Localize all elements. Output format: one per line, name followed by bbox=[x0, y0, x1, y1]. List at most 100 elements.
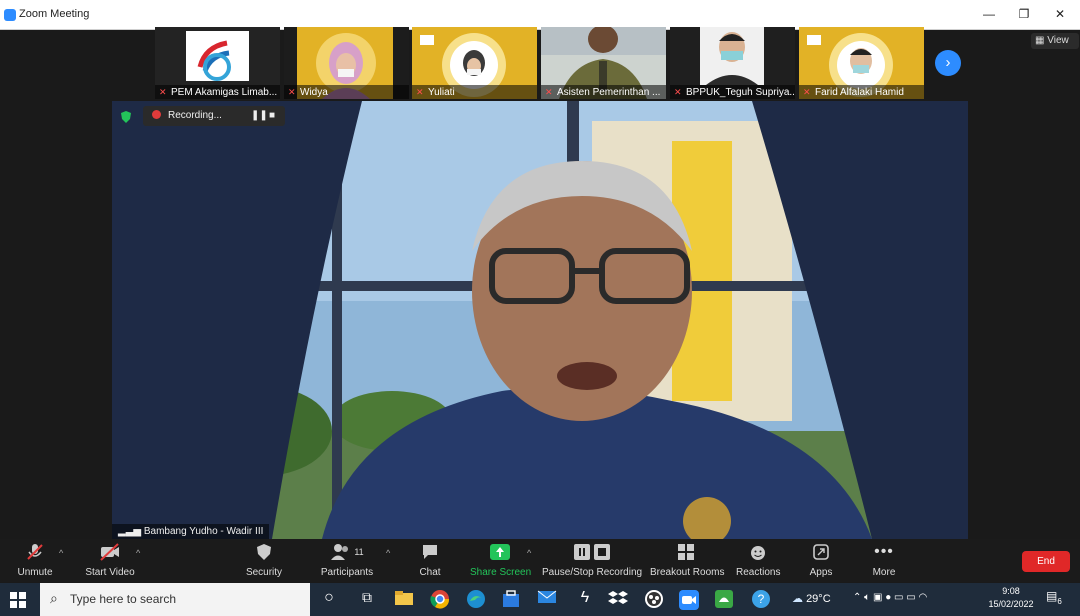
pause-stop-recording-button[interactable]: Pause/Stop Recording bbox=[542, 542, 642, 578]
android-app-icon[interactable] bbox=[714, 589, 736, 611]
smiley-icon bbox=[751, 546, 765, 560]
search-icon: ⌕ bbox=[50, 590, 58, 606]
participant-name-row: ✕ Asisten Pemerinthan ... bbox=[541, 85, 666, 99]
clock-time: 9:08 bbox=[1002, 586, 1020, 596]
active-speaker-video bbox=[112, 101, 968, 539]
share-screen-label: Share Screen bbox=[470, 567, 532, 578]
system-tray-icons[interactable]: ⌃ 🔈︎ ▣ ● ▭ ▭ ◠ bbox=[853, 592, 927, 603]
participant-name: Yuliati bbox=[428, 87, 455, 98]
mic-muted-icon bbox=[27, 544, 43, 560]
participants-options-caret[interactable]: ^ bbox=[386, 548, 390, 558]
chrome-icon[interactable] bbox=[430, 589, 452, 611]
clock-date: 15/02/2022 bbox=[988, 599, 1034, 609]
pause-icon[interactable]: ❚❚ bbox=[251, 106, 268, 126]
zoom-taskbar-icon[interactable] bbox=[678, 589, 700, 611]
edge-icon[interactable] bbox=[466, 589, 488, 611]
grid-icon: ▦ bbox=[1035, 35, 1048, 46]
file-explorer-icon[interactable] bbox=[394, 589, 416, 611]
breakout-rooms-button[interactable]: Breakout Rooms bbox=[650, 542, 725, 578]
windows-taskbar: ⌕ Type here to search ○ ⧉ ϟ ? ☁ 29°C ⌃ 🔈… bbox=[0, 583, 1080, 616]
chevron-right-icon: › bbox=[945, 54, 951, 71]
share-options-caret[interactable]: ^ bbox=[527, 548, 531, 558]
breakout-rooms-label: Breakout Rooms bbox=[650, 567, 725, 578]
participant-name-row: ✕ Farid Alfalaki Hamid bbox=[799, 85, 924, 99]
recording-label: Recording... bbox=[168, 110, 222, 121]
store-icon[interactable] bbox=[501, 589, 523, 611]
minimize-button[interactable]: — bbox=[974, 5, 1004, 23]
shield-icon bbox=[257, 544, 271, 560]
chat-button[interactable]: Chat bbox=[412, 542, 448, 578]
participant-thumb[interactable]: ✕ BPPUK_Teguh Supriya... bbox=[670, 27, 795, 99]
lightning-app-icon[interactable]: ϟ bbox=[574, 589, 596, 611]
audio-options-caret[interactable]: ^ bbox=[59, 548, 63, 558]
chat-label: Chat bbox=[419, 567, 441, 578]
microphone-icon: ● bbox=[885, 592, 895, 603]
security-button[interactable]: Security bbox=[243, 542, 285, 578]
search-placeholder: Type here to search bbox=[70, 592, 177, 606]
security-label: Security bbox=[245, 567, 283, 578]
record-dot-icon bbox=[152, 110, 161, 119]
chevron-up-icon: ⌃ bbox=[853, 592, 865, 603]
zoom-app-icon bbox=[4, 9, 16, 21]
start-video-label: Start Video bbox=[85, 567, 135, 578]
task-view-icon[interactable]: ⧉ bbox=[356, 589, 378, 611]
help-icon[interactable]: ? bbox=[751, 589, 773, 611]
participant-name: Widya bbox=[300, 87, 328, 98]
more-label: More bbox=[872, 567, 896, 578]
unmute-label: Unmute bbox=[17, 567, 53, 578]
mic-muted-icon: ✕ bbox=[803, 87, 811, 97]
apps-button[interactable]: Apps bbox=[806, 542, 836, 578]
windows-start-icon[interactable] bbox=[9, 589, 31, 611]
window-title: Zoom Meeting bbox=[19, 8, 90, 20]
mic-muted-icon: ✕ bbox=[288, 87, 296, 97]
notification-center-icon[interactable]: ▤6 bbox=[1046, 589, 1068, 611]
restore-button[interactable]: ❐ bbox=[1009, 5, 1039, 23]
breakout-rooms-icon bbox=[678, 544, 694, 560]
share-screen-button[interactable]: Share Screen bbox=[470, 542, 532, 578]
participant-strip: ✕ PEM Akamigas Limab... ✕ Widya ✕ Yuliati bbox=[155, 27, 930, 99]
meet-now-icon: ▣ bbox=[872, 592, 886, 603]
temperature: 29°C bbox=[806, 593, 831, 605]
more-button[interactable]: ••• More bbox=[866, 542, 902, 578]
participant-thumb[interactable]: ✕ Yuliati bbox=[412, 27, 537, 99]
battery-icon: ▭ bbox=[906, 592, 919, 603]
stop-icon[interactable]: ■ bbox=[269, 106, 275, 126]
ellipsis-icon: ••• bbox=[874, 543, 894, 560]
svg-text:?: ? bbox=[758, 592, 765, 606]
start-video-button[interactable]: Start Video bbox=[82, 542, 138, 578]
mail-icon[interactable] bbox=[537, 589, 559, 611]
participant-name: Asisten Pemerinthan ... bbox=[557, 87, 661, 98]
cortana-icon[interactable]: ○ bbox=[318, 589, 340, 611]
unmute-button[interactable]: Unmute bbox=[12, 542, 58, 578]
video-options-caret[interactable]: ^ bbox=[136, 548, 140, 558]
participant-name-row: ✕ Widya bbox=[284, 85, 409, 99]
title-bar: Zoom Meeting — ❐ ✕ bbox=[0, 0, 1080, 30]
dropbox-icon[interactable] bbox=[608, 589, 630, 611]
taskbar-search-box[interactable]: ⌕ Type here to search bbox=[40, 583, 310, 616]
participant-name: Farid Alfalaki Hamid bbox=[815, 87, 904, 98]
view-label: View bbox=[1047, 35, 1069, 46]
mic-muted-icon: ✕ bbox=[416, 87, 424, 97]
apps-label: Apps bbox=[809, 567, 833, 578]
apps-icon bbox=[813, 544, 829, 560]
reactions-button[interactable]: Reactions bbox=[736, 542, 780, 578]
participant-thumb[interactable]: ✕ Asisten Pemerinthan ... bbox=[541, 27, 666, 99]
weather-widget[interactable]: ☁ 29°C bbox=[792, 592, 831, 605]
participant-count: 11 bbox=[354, 547, 364, 557]
recording-indicator: Recording... ❚❚ ■ bbox=[143, 106, 285, 126]
view-button[interactable]: ▦ View bbox=[1031, 33, 1079, 49]
share-screen-icon bbox=[490, 544, 510, 560]
participant-thumb[interactable]: ✕ Farid Alfalaki Hamid bbox=[799, 27, 924, 99]
taskbar-clock[interactable]: 9:08 15/02/2022 bbox=[985, 585, 1037, 611]
pause-stop-icon bbox=[574, 544, 610, 560]
next-page-button[interactable]: › bbox=[935, 50, 961, 76]
mic-muted-icon: ✕ bbox=[159, 87, 167, 97]
participants-button[interactable]: 11 Participants bbox=[318, 542, 376, 578]
signal-bars-icon: ▂▃▅ bbox=[118, 526, 144, 537]
participant-thumb[interactable]: ✕ PEM Akamigas Limab... bbox=[155, 27, 280, 99]
obs-icon[interactable] bbox=[644, 589, 666, 611]
end-meeting-button[interactable]: End bbox=[1022, 551, 1070, 572]
close-button[interactable]: ✕ bbox=[1045, 5, 1075, 23]
participant-thumb[interactable]: ✕ Widya bbox=[284, 27, 409, 99]
cloud-icon: ☁ bbox=[792, 593, 807, 605]
